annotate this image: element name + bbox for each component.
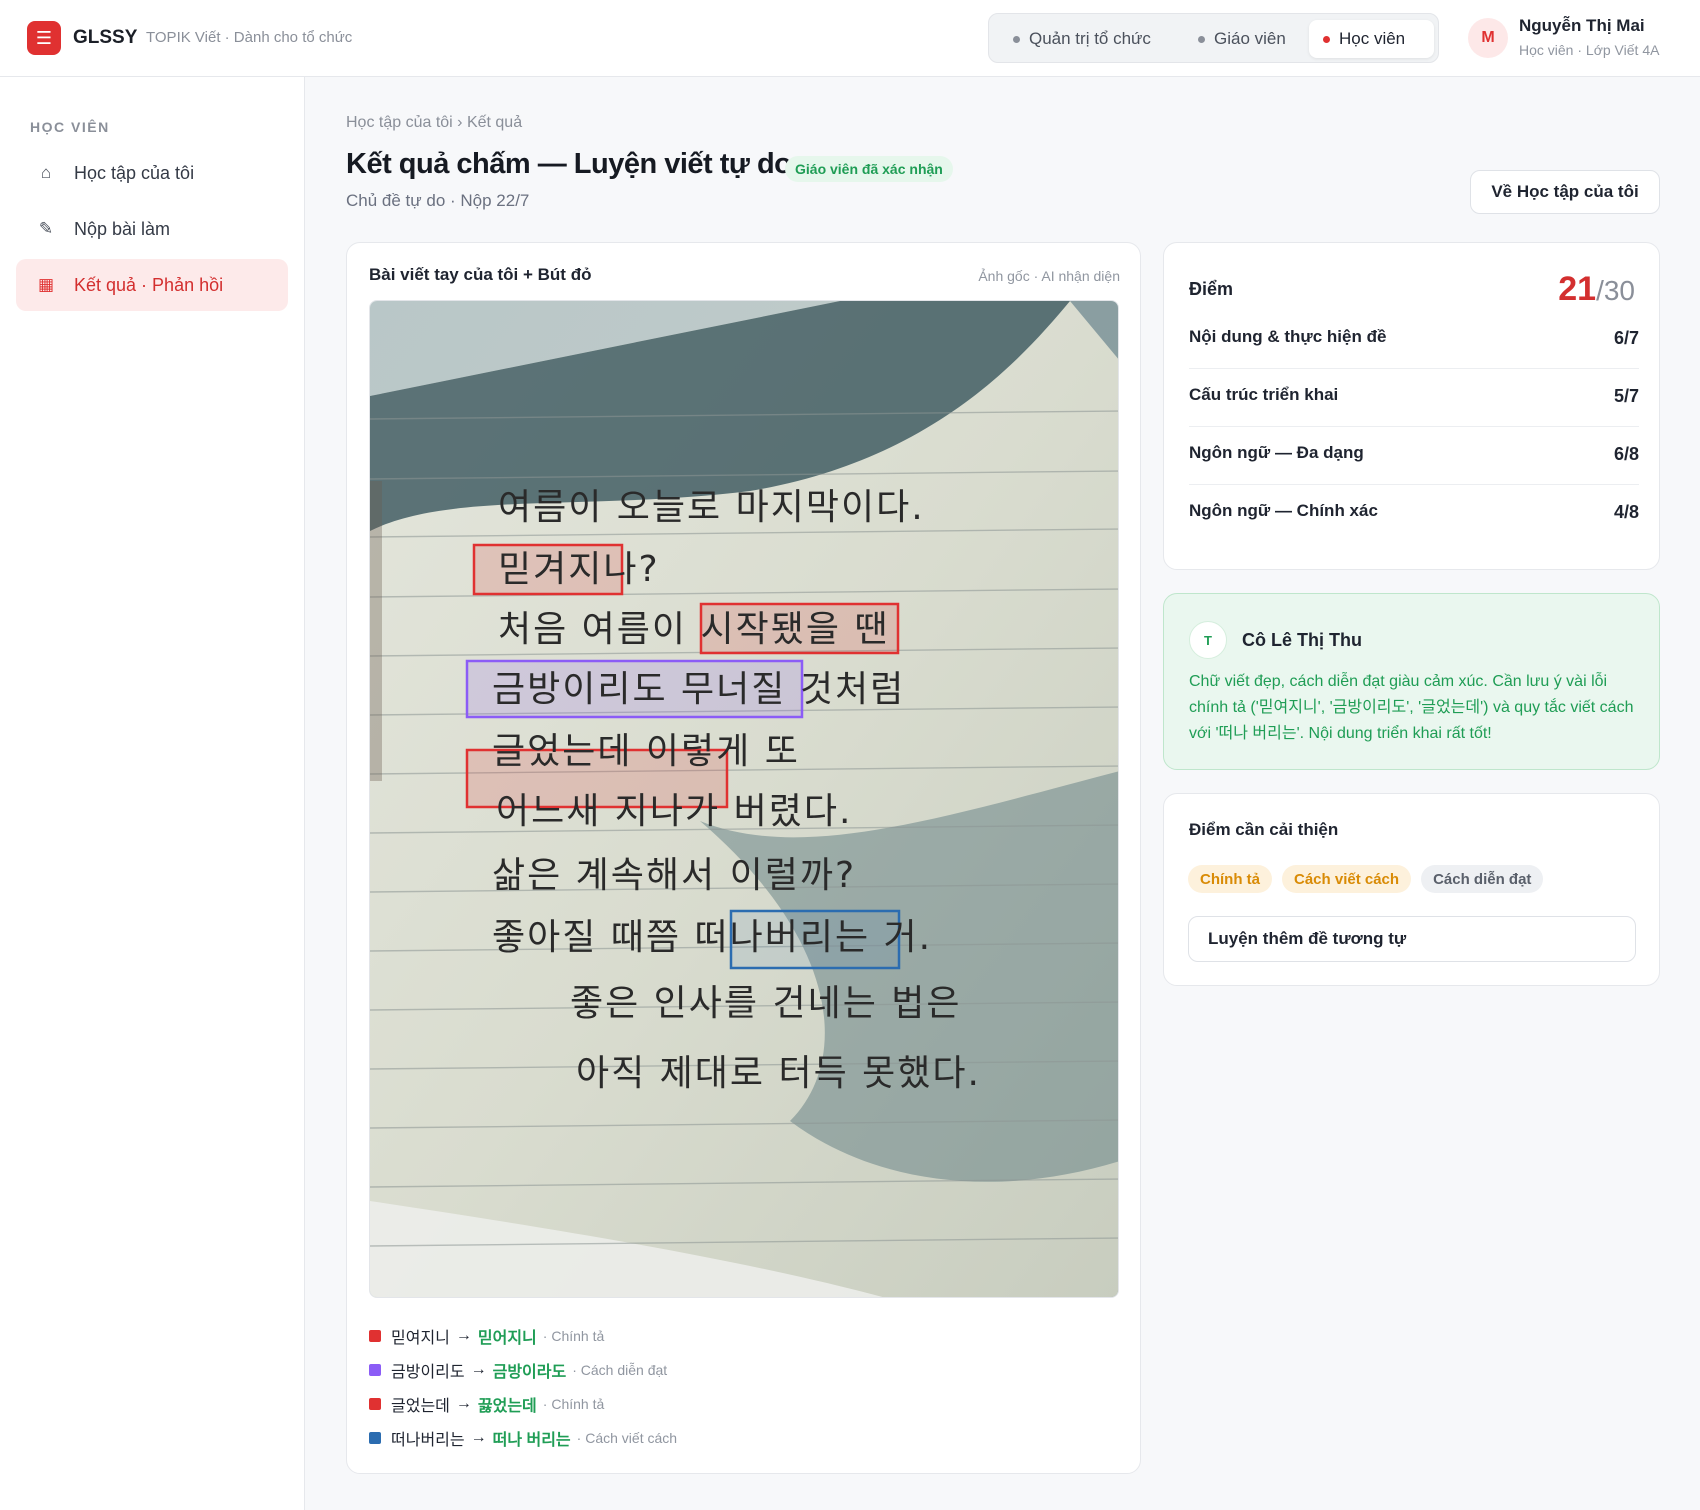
criterion-row: Ngôn ngữ — Đa dạng 6/8 [1189, 427, 1639, 485]
correction-fix: 믿어지니 [477, 1330, 537, 1347]
purple-swatch-icon [369, 1364, 381, 1376]
essay-line: 어느새 지나가 버렸다. [496, 791, 852, 832]
essay-card-meta: Ảnh gốc · AI nhận diện [978, 268, 1120, 284]
arrow-right-icon: → [470, 1361, 487, 1378]
handwriting-photo: 여름이 오늘로 마지막이다. 믿겨지나? 처음 여름이 시작됐을 땐 금방이리도… [369, 300, 1119, 1298]
essay-line: 믿겨지나? [498, 549, 660, 590]
essay-line: 여름이 오늘로 마지막이다. [498, 487, 925, 528]
practice-more-button[interactable]: Luyện thêm đề tương tự [1188, 916, 1636, 962]
essay-line: 좋은 인사를 건네는 법은 [570, 983, 962, 1024]
criterion-name: Ngôn ngữ — Chính xác [1189, 501, 1378, 520]
sidebar-item-my-learning[interactable]: ⌂ Học tập của tôi [16, 147, 288, 199]
home-icon: ⌂ [40, 163, 52, 182]
criterion-score: 5/7 [1613, 386, 1639, 406]
sidebar-heading: HỌC VIÊN [30, 119, 110, 135]
improvement-heading: Điểm cần cải thiện [1189, 820, 1339, 839]
user-name: Nguyễn Thị Mai [1519, 16, 1645, 35]
brand-name: GLSSY [73, 27, 138, 48]
criterion-name: Cấu trúc triển khai [1189, 385, 1339, 404]
essay-line: 좋아질 때쯤 떠나버리는 거. [492, 917, 932, 958]
criterion-row: Nội dung & thực hiện đề 6/7 [1189, 311, 1639, 369]
back-to-learning-button[interactable]: Về Học tập của tôi [1470, 170, 1660, 214]
correction-item[interactable]: 금방이리도 → 금방이라도 · Cách diễn đạt [369, 1353, 677, 1387]
criterion-score: 6/7 [1613, 328, 1639, 348]
tag-spacing[interactable]: Cách viết cách [1282, 865, 1412, 893]
page-subtitle: Chủ đề tự do · Nộp 22/7 [346, 191, 530, 210]
correction-original: 글었는데 [391, 1398, 450, 1415]
status-badge: Giáo viên đã xác nhận [785, 156, 953, 182]
correction-fix: 금방이라도 [492, 1364, 567, 1381]
correction-category: · Chính tả [542, 1396, 605, 1412]
role-switcher: Quản trị tổ chức Giáo viên Học viên [988, 13, 1439, 63]
score-heading: Điểm [1189, 279, 1234, 299]
role-label: Giáo viên [1214, 29, 1286, 48]
improvement-tags: Chính tả Cách viết cách Cách diễn đạt [1188, 865, 1544, 893]
sidebar-item-label: Nộp bài làm [74, 218, 171, 239]
correction-item[interactable]: 믿여지니 → 믿어지니 · Chính tả [369, 1319, 677, 1353]
user-role: Học viên · Lớp Viết 4A [1519, 42, 1660, 58]
top-bar: ☰ GLSSY TOPIK Viết · Dành cho tổ chức Qu… [0, 0, 1700, 77]
user-avatar[interactable]: M [1468, 18, 1508, 58]
dot-icon [1323, 35, 1330, 43]
role-tab-student[interactable]: Học viên [1309, 20, 1434, 58]
breadcrumb[interactable]: Học tập của tôi › Kết quả [346, 114, 522, 132]
criterion-row: Cấu trúc triển khai 5/7 [1189, 369, 1639, 427]
page-title: Kết quả chấm — Luyện viết tự do [346, 148, 792, 180]
sidebar: HỌC VIÊN ⌂ Học tập của tôi ✎ Nộp bài làm… [0, 77, 305, 1510]
role-tab-teacher[interactable]: Giáo viên [1184, 20, 1300, 58]
teacher-avatar: T [1189, 621, 1227, 659]
essay-card: Bài viết tay của tôi + Bút đỏ Ảnh gốc · … [346, 242, 1141, 1474]
score-card: Điểm 21/30 Nội dung & thực hiện đề 6/7 C… [1163, 242, 1660, 570]
chart-icon: ▦ [37, 275, 55, 294]
handwriting-photo-svg: 여름이 오늘로 마지막이다. 믿겨지나? 처음 여름이 시작됐을 땐 금방이리도… [370, 301, 1118, 1297]
correction-original: 금방이리도 [391, 1364, 465, 1381]
teacher-comment: Chữ viết đẹp, cách diễn đạt giàu cảm xúc… [1189, 673, 1634, 742]
essay-line: 삶은 계속해서 이럴까? [492, 855, 856, 896]
correction-original: 믿여지니 [391, 1330, 450, 1347]
score-total: 21/30 [1558, 270, 1635, 308]
dot-icon [1013, 35, 1020, 43]
correction-fix: 떠나 버리는 [492, 1432, 571, 1449]
sidebar-item-label: Kết quả · Phản hồi [74, 274, 224, 295]
brand-subtitle: TOPIK Viết · Dành cho tổ chức [146, 29, 353, 46]
red-swatch-icon [369, 1398, 381, 1410]
role-tab-admin[interactable]: Quản trị tổ chức [999, 20, 1165, 58]
correction-original: 떠나버리는 [391, 1432, 465, 1449]
essay-line: 금방이리도 무너질 것처럼 [492, 669, 905, 710]
essay-line: 글었는데 이렇게 또 [492, 731, 800, 772]
blue-swatch-icon [369, 1432, 381, 1444]
correction-item[interactable]: 글었는데 → 끓었는데 · Chính tả [369, 1387, 677, 1421]
criterion-name: Nội dung & thực hiện đề [1189, 327, 1387, 346]
essay-card-title: Bài viết tay của tôi + Bút đỏ [369, 265, 592, 284]
tag-spelling[interactable]: Chính tả [1188, 865, 1272, 893]
sidebar-item-label: Học tập của tôi [74, 162, 195, 183]
correction-category: · Chính tả [542, 1328, 605, 1344]
sidebar-item-submit[interactable]: ✎ Nộp bài làm [16, 203, 288, 255]
correction-legend: 믿여지니 → 믿어지니 · Chính tả 금방이리도 → 금방이라도 · C… [369, 1319, 677, 1455]
pen-icon: ✎ [38, 219, 54, 238]
essay-line: 처음 여름이 시작됐을 땐 [498, 609, 890, 650]
criterion-score: 6/8 [1613, 444, 1639, 464]
role-label: Quản trị tổ chức [1029, 29, 1151, 48]
teacher-name: Cô Lê Thị Thu [1242, 630, 1362, 650]
red-swatch-icon [369, 1330, 381, 1342]
arrow-right-icon: → [455, 1327, 472, 1344]
correction-fix: 끓었는데 [477, 1398, 537, 1415]
sidebar-item-results[interactable]: ▦ Kết quả · Phản hồi [16, 259, 288, 311]
criterion-name: Ngôn ngữ — Đa dạng [1189, 443, 1364, 462]
tag-expression[interactable]: Cách diễn đạt [1421, 865, 1544, 893]
arrow-right-icon: → [455, 1395, 472, 1412]
dot-icon [1198, 35, 1205, 43]
correction-category: · Cách viết cách [576, 1430, 678, 1446]
improvement-card: Điểm cần cải thiện Chính tả Cách viết cá… [1163, 793, 1660, 986]
criterion-score: 4/8 [1613, 502, 1639, 522]
teacher-feedback-card: T Cô Lê Thị Thu Chữ viết đẹp, cách diễn … [1163, 593, 1660, 770]
correction-item[interactable]: 떠나버리는 → 떠나 버리는 · Cách viết cách [369, 1421, 677, 1455]
role-label: Học viên [1339, 29, 1406, 48]
criterion-row: Ngôn ngữ — Chính xác 4/8 [1189, 485, 1639, 543]
essay-line: 아직 제대로 터득 못했다. [576, 1053, 981, 1094]
arrow-right-icon: → [470, 1429, 487, 1446]
correction-category: · Cách diễn đạt [572, 1362, 668, 1378]
app-logo[interactable]: ☰ [27, 21, 61, 55]
